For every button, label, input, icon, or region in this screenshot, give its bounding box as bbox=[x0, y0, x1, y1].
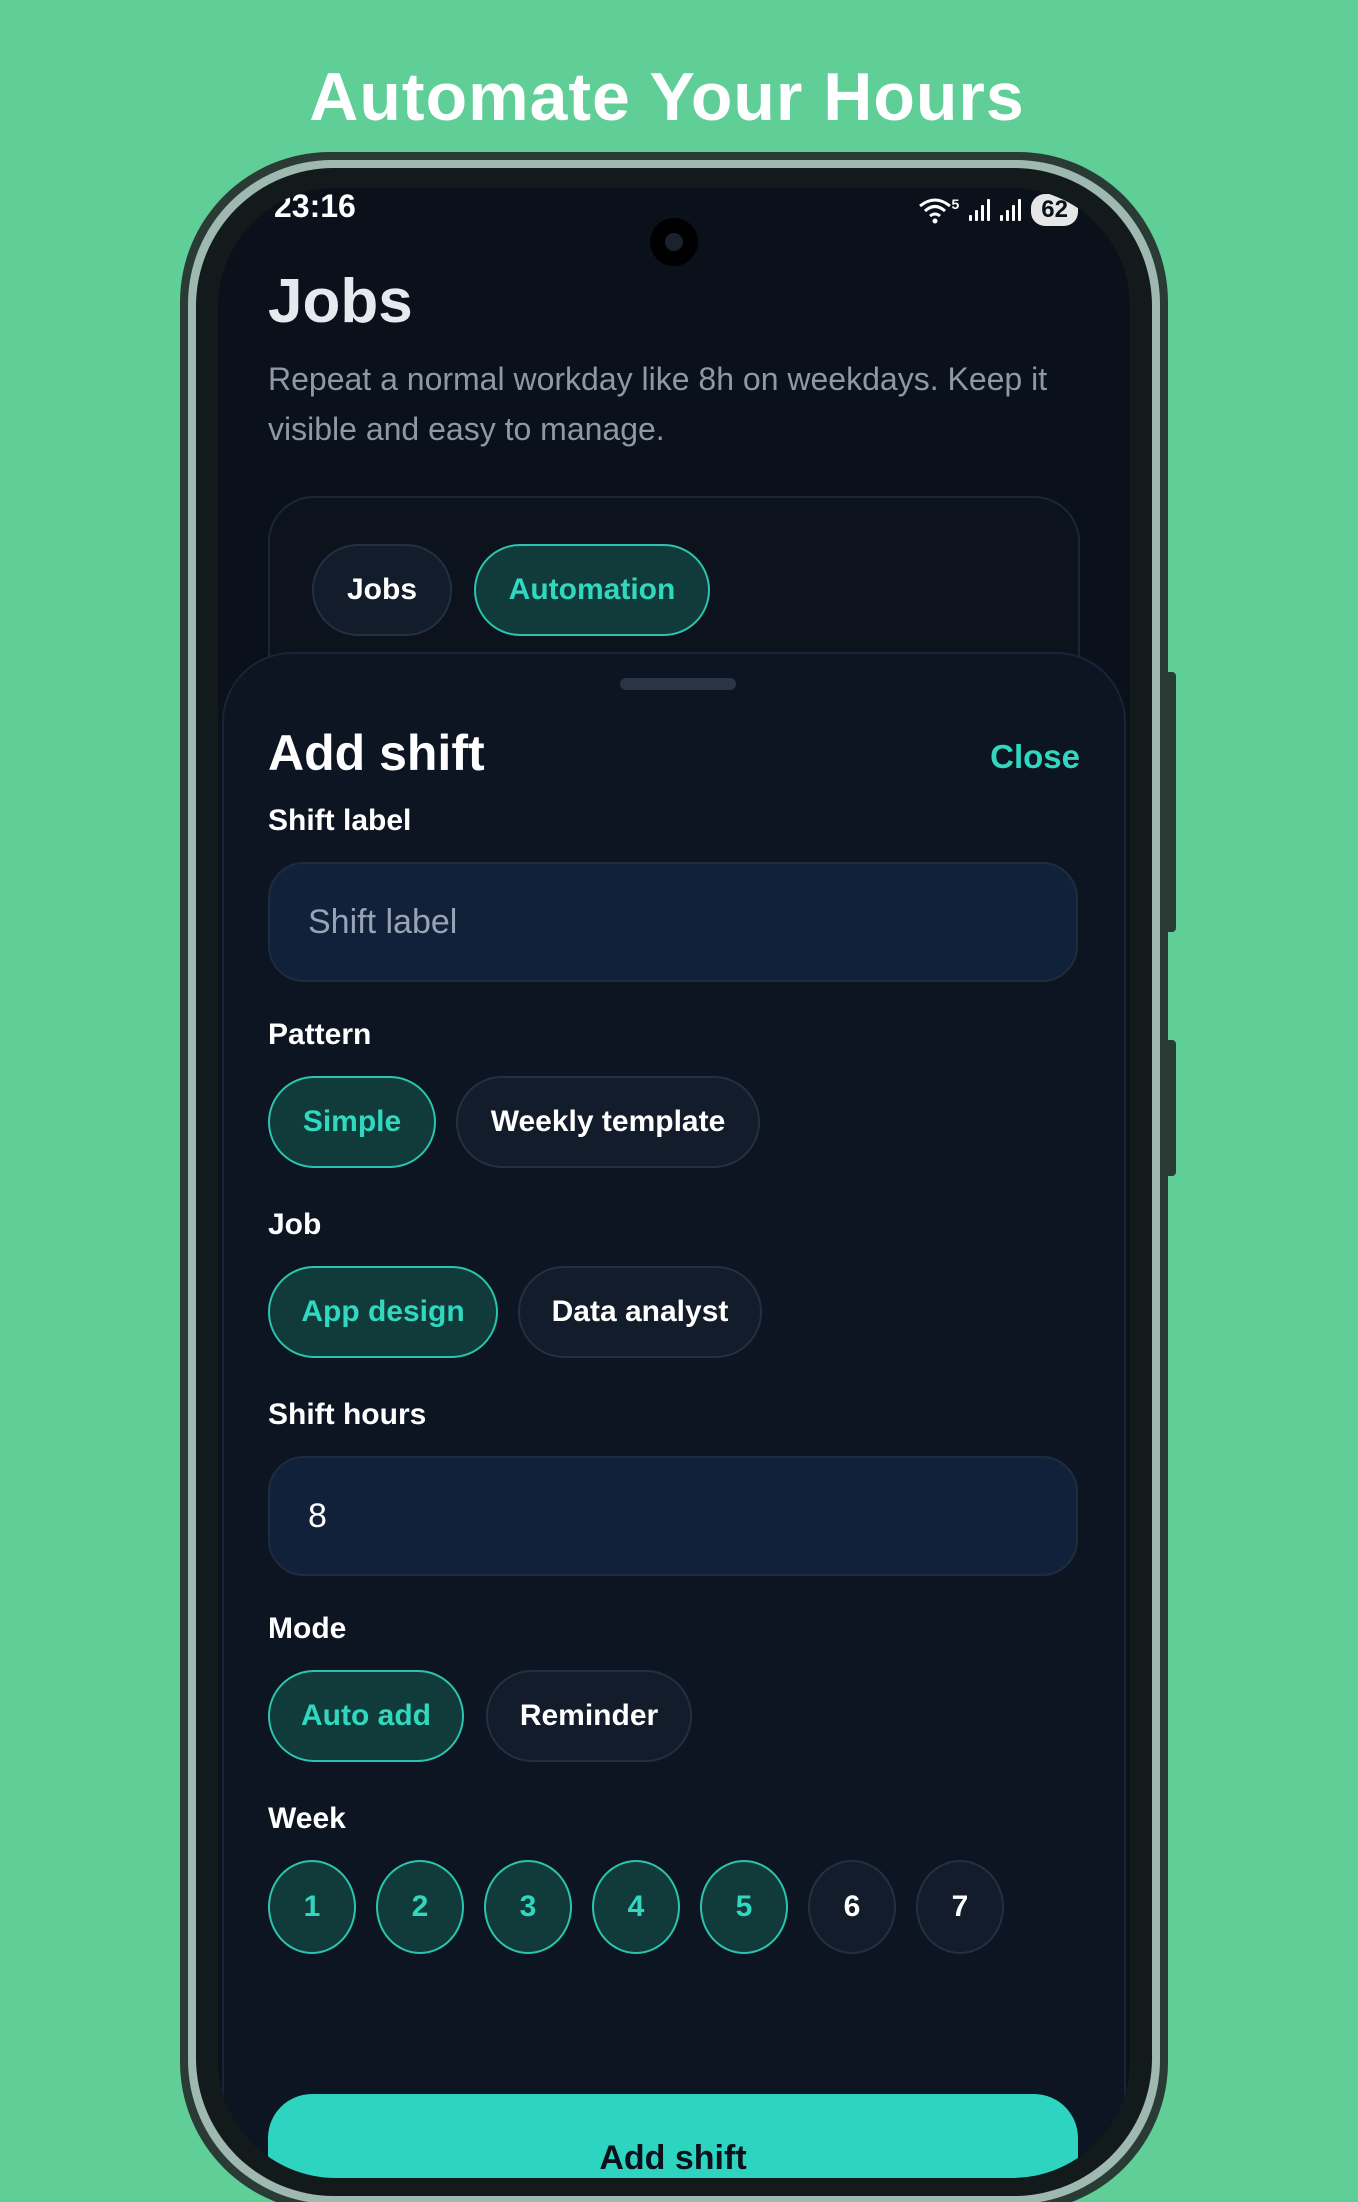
week-day-3[interactable]: 3 bbox=[484, 1860, 572, 1954]
page-title: Jobs bbox=[268, 267, 413, 336]
wifi-label: 5 bbox=[951, 196, 960, 212]
battery-icon: 62 bbox=[1031, 194, 1078, 226]
week-day-2[interactable]: 2 bbox=[376, 1860, 464, 1954]
shift-hours-value: 8 bbox=[308, 1496, 327, 1535]
shift-label-input[interactable]: Shift label bbox=[268, 862, 1078, 982]
phone-screen: 23:16 5 62 Jobs Repeat a normal workday … bbox=[218, 188, 1130, 2178]
camera-icon bbox=[650, 218, 698, 266]
status-time: 23:16 bbox=[274, 188, 356, 224]
signal-icon-2 bbox=[1000, 199, 1022, 221]
shift-hours-label: Shift hours bbox=[268, 1398, 427, 1431]
status-icons: 5 62 bbox=[918, 194, 1078, 226]
week-label: Week bbox=[268, 1802, 346, 1835]
tab-jobs[interactable]: Jobs bbox=[312, 544, 452, 636]
add-shift-sheet: Add shift Close Shift label Shift label … bbox=[222, 652, 1126, 2178]
week-day-6[interactable]: 6 bbox=[808, 1860, 896, 1954]
mode-option-auto-add[interactable]: Auto add bbox=[268, 1670, 464, 1762]
add-shift-button[interactable]: Add shift bbox=[268, 2094, 1078, 2178]
headline: Automate Your Hours bbox=[309, 59, 1025, 135]
mode-label: Mode bbox=[268, 1612, 347, 1645]
signal-icon bbox=[969, 199, 991, 221]
week-day-4[interactable]: 4 bbox=[592, 1860, 680, 1954]
pattern-option-weekly-template[interactable]: Weekly template bbox=[456, 1076, 760, 1168]
drag-handle[interactable] bbox=[620, 678, 736, 690]
week-day-7[interactable]: 7 bbox=[916, 1860, 1004, 1954]
job-option-data-analyst[interactable]: Data analyst bbox=[518, 1266, 762, 1358]
week-day-5[interactable]: 5 bbox=[700, 1860, 788, 1954]
shift-hours-input[interactable]: 8 bbox=[268, 1456, 1078, 1576]
mode-option-reminder[interactable]: Reminder bbox=[486, 1670, 692, 1762]
shift-label-placeholder: Shift label bbox=[308, 902, 458, 941]
job-option-app-design[interactable]: App design bbox=[268, 1266, 498, 1358]
shift-label-label: Shift label bbox=[268, 804, 412, 837]
job-label: Job bbox=[268, 1208, 322, 1241]
tab-automation[interactable]: Automation bbox=[474, 544, 710, 636]
wifi-icon bbox=[918, 198, 951, 224]
volume-button bbox=[1164, 1040, 1176, 1176]
close-button[interactable]: Close bbox=[990, 738, 1080, 776]
week-day-1[interactable]: 1 bbox=[268, 1860, 356, 1954]
pattern-option-simple[interactable]: Simple bbox=[268, 1076, 436, 1168]
pattern-label: Pattern bbox=[268, 1018, 372, 1051]
sheet-title: Add shift bbox=[268, 725, 485, 781]
page-description: Repeat a normal workday like 8h on weekd… bbox=[268, 361, 1048, 447]
power-button bbox=[1164, 672, 1176, 932]
